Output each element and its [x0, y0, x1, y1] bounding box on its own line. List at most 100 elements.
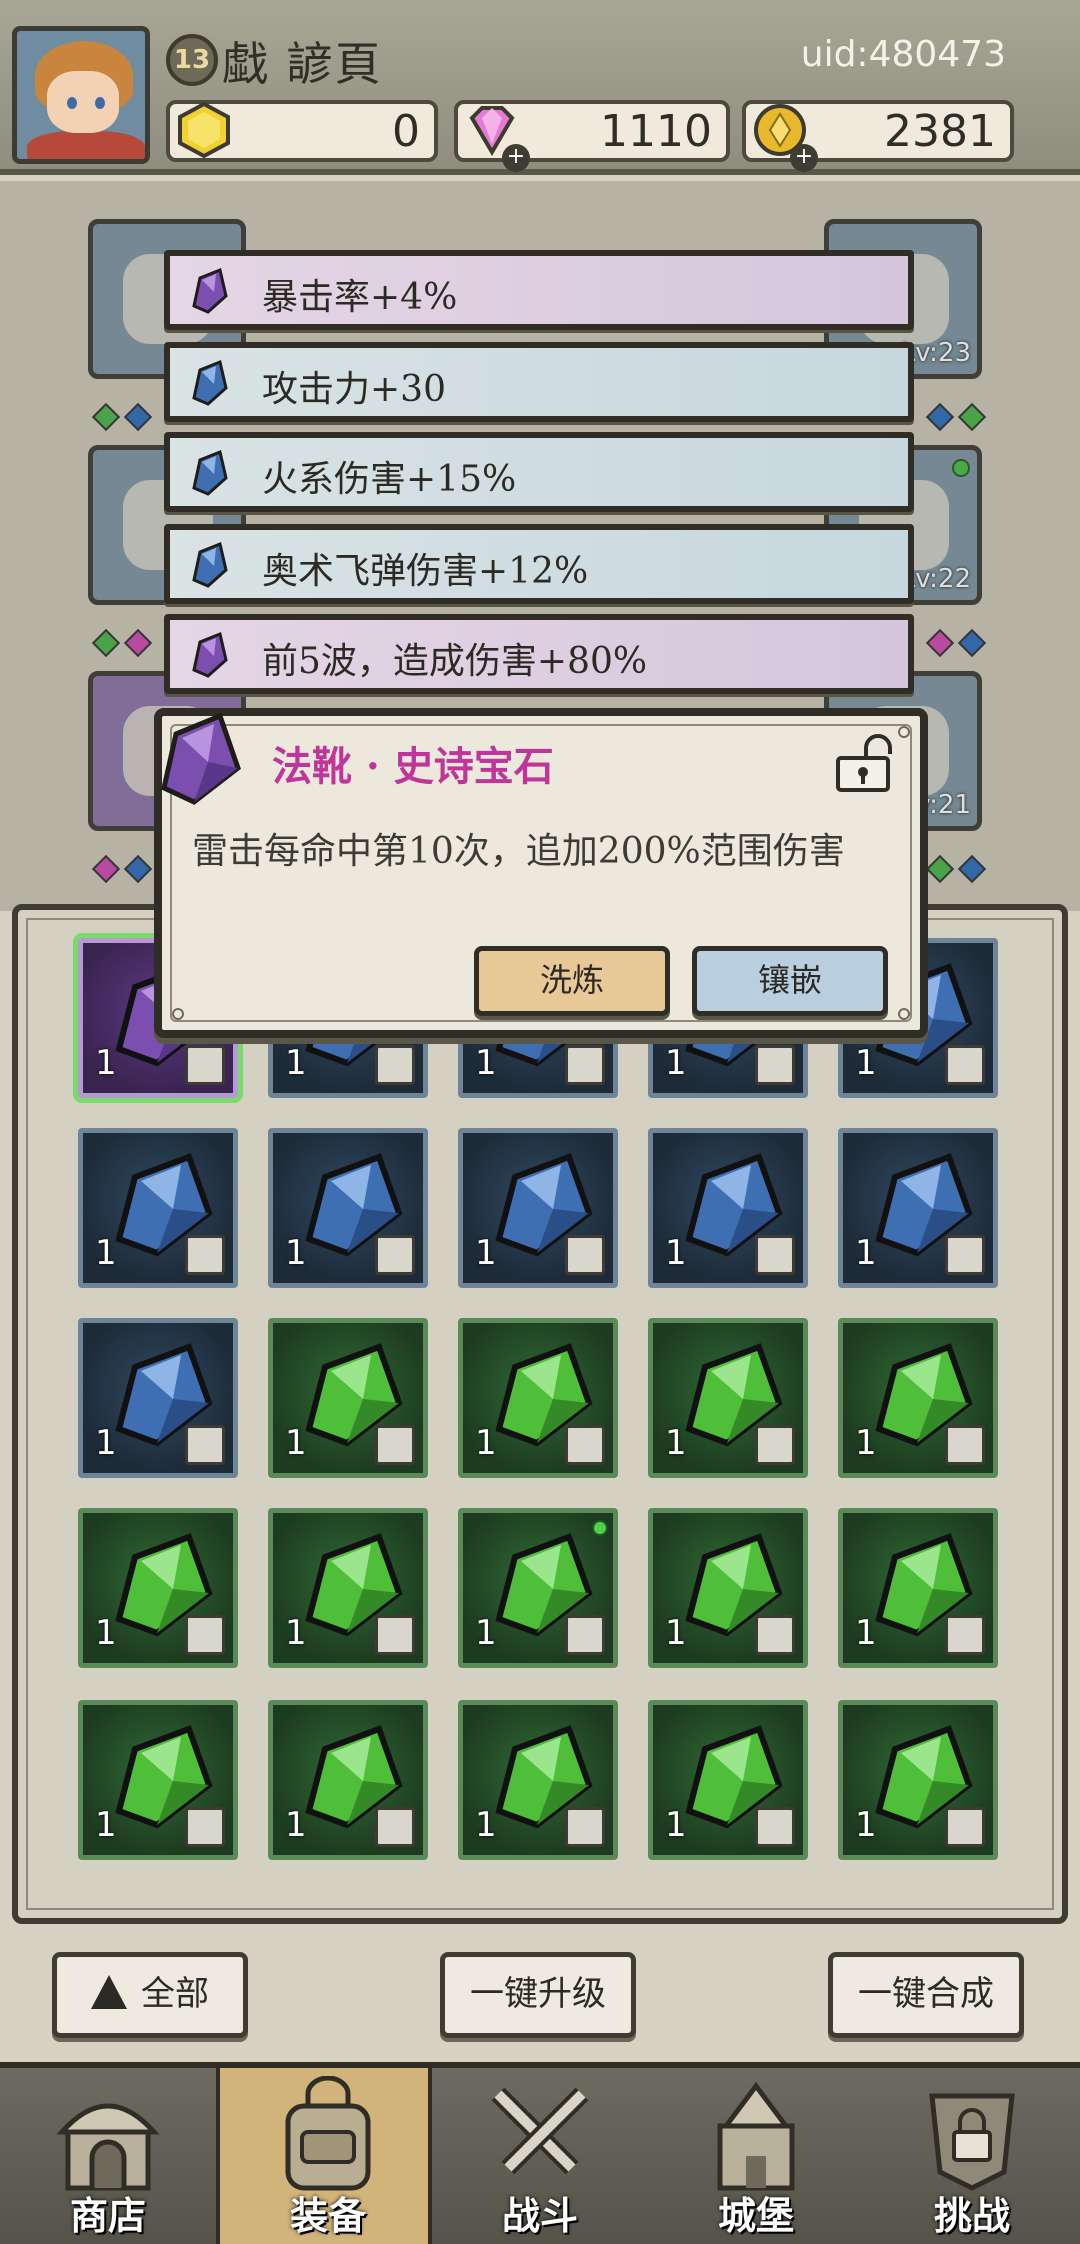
inventory-slot[interactable]: 1 — [78, 1318, 238, 1478]
resource-value: 1110 — [600, 106, 712, 157]
item-count: 1 — [665, 1805, 687, 1845]
inventory-slot[interactable]: 1 — [78, 1128, 238, 1288]
inventory-slot[interactable]: 1 — [78, 1508, 238, 1668]
stat-row: 火系伤害+15% — [164, 432, 914, 512]
amulet-slot-icon — [755, 1807, 795, 1847]
amulet-slot-icon — [945, 1807, 985, 1847]
resource-value: 0 — [392, 106, 420, 157]
inventory-slot[interactable]: 1 — [838, 1700, 998, 1860]
cape-slot-icon — [185, 1235, 225, 1275]
merge-all-button[interactable]: 一键合成 — [828, 1952, 1024, 2038]
staff-slot-icon — [755, 1235, 795, 1275]
purple-gem-icon — [192, 631, 228, 678]
nav-label: 战斗 — [501, 2194, 578, 2238]
item-count: 1 — [665, 1613, 687, 1653]
new-item-dot — [592, 1520, 608, 1536]
unlock-icon[interactable] — [832, 734, 898, 794]
amulet-slot-icon — [565, 1807, 605, 1847]
nav-label: 商店 — [69, 2194, 146, 2238]
item-count: 1 — [855, 1423, 877, 1463]
inventory-slot[interactable]: 1 — [838, 1318, 998, 1478]
add-coin-button[interactable]: + — [790, 144, 818, 172]
blue-gem-icon — [192, 449, 228, 496]
ring-slot-icon — [375, 1045, 415, 1085]
inlay-button[interactable]: 镶嵌 — [692, 946, 888, 1016]
popup-description: 雷击每命中第10次，追加200%范围伤害 — [192, 831, 845, 872]
inventory-slot[interactable]: 1 — [268, 1128, 428, 1288]
inventory-slot[interactable]: 1 — [838, 1508, 998, 1668]
cape-slot-icon — [945, 1425, 985, 1465]
item-count: 1 — [665, 1423, 687, 1463]
staff-slot-icon — [375, 1235, 415, 1275]
nav-tab-battle[interactable]: 战斗 — [432, 2068, 648, 2244]
add-diamond-button[interactable]: + — [502, 144, 530, 172]
inventory-slot[interactable]: 1 — [648, 1508, 808, 1668]
inventory-slot[interactable]: 1 — [648, 1700, 808, 1860]
blue-gem-icon — [192, 541, 228, 588]
player-avatar[interactable] — [12, 26, 150, 164]
hat-slot-icon — [185, 1807, 225, 1847]
item-count: 1 — [95, 1613, 117, 1653]
stat-row: 前5波，造成伤害+80% — [164, 614, 914, 694]
shop-icon — [56, 2103, 160, 2191]
inventory-slot[interactable]: 1 — [838, 1128, 998, 1288]
item-count: 1 — [855, 1043, 877, 1083]
item-count: 1 — [285, 1613, 307, 1653]
nav-tab-castle[interactable]: 城堡 — [648, 2068, 864, 2244]
inventory-slot[interactable]: 1 — [268, 1508, 428, 1668]
item-count: 1 — [285, 1423, 307, 1463]
hat-slot-icon — [185, 1425, 225, 1465]
hat-slot-icon — [945, 1235, 985, 1275]
cape-slot-icon — [565, 1615, 605, 1655]
inventory-slot[interactable]: 1 — [78, 1700, 238, 1860]
nav-tab-equipment[interactable]: 装备 — [216, 2068, 432, 2244]
stat-text: 暴击率+4% — [262, 277, 458, 318]
stat-text: 前5波，造成伤害+80% — [262, 641, 648, 682]
inventory-slot[interactable]: 1 — [458, 1700, 618, 1860]
item-count: 1 — [855, 1233, 877, 1273]
resource-value: 2381 — [884, 106, 996, 157]
castle-icon — [717, 2081, 795, 2191]
item-count: 1 — [475, 1233, 497, 1273]
stat-row: 攻击力+30 — [164, 342, 914, 422]
item-count: 1 — [855, 1805, 877, 1845]
nav-label: 城堡 — [717, 2194, 794, 2238]
cape-slot-icon — [945, 1045, 985, 1085]
crossed-swords-icon — [491, 2087, 589, 2175]
inventory-slot[interactable]: 1 — [458, 1128, 618, 1288]
gold-hexagon-icon — [178, 101, 230, 159]
top-bar: 13 戱 諺頁 uid:480473 0 + 1110 + 2381 — [0, 0, 1080, 175]
resource-coin: + 2381 — [742, 100, 1014, 172]
upgrade-all-button[interactable]: 一键升级 — [440, 1952, 636, 2038]
inventory-slot[interactable]: 1 — [268, 1700, 428, 1860]
hat-slot-icon — [945, 1615, 985, 1655]
bottom-navigation: 商店 装备 战斗 城堡 挑战 — [0, 2062, 1080, 2244]
item-count: 1 — [285, 1233, 307, 1273]
purple-gem-icon — [161, 712, 241, 805]
item-count: 1 — [95, 1233, 117, 1273]
ring-slot-icon — [565, 1045, 605, 1085]
item-count: 1 — [475, 1423, 497, 1463]
item-count: 1 — [665, 1233, 687, 1273]
resource-gold-hexagon: 0 — [166, 100, 438, 162]
nav-tab-shop[interactable]: 商店 — [0, 2068, 216, 2244]
player-uid: uid:480473 — [800, 34, 1006, 75]
inventory-slot[interactable]: 1 — [268, 1318, 428, 1478]
filter-all-button[interactable]: 全部 — [52, 1952, 248, 2038]
inventory-slot[interactable]: 1 — [648, 1318, 808, 1478]
stat-row: 奥术飞弹伤害+12% — [164, 524, 914, 604]
item-count: 1 — [285, 1805, 307, 1845]
item-count: 1 — [475, 1805, 497, 1845]
purple-gem-icon — [192, 267, 228, 314]
ring-slot-icon — [375, 1425, 415, 1465]
ring-slot-icon — [755, 1425, 795, 1465]
item-count: 1 — [95, 1043, 117, 1083]
item-count: 1 — [855, 1613, 877, 1653]
refine-button[interactable]: 洗炼 — [474, 946, 670, 1016]
inventory-slot[interactable]: 1 — [648, 1128, 808, 1288]
backpack-icon — [285, 2076, 371, 2191]
inventory-slot[interactable]: 1 — [458, 1318, 618, 1478]
nav-tab-challenge[interactable]: 挑战 — [864, 2068, 1080, 2244]
nav-label: 装备 — [289, 2194, 366, 2238]
stat-row: 暴击率+4% — [164, 250, 914, 330]
